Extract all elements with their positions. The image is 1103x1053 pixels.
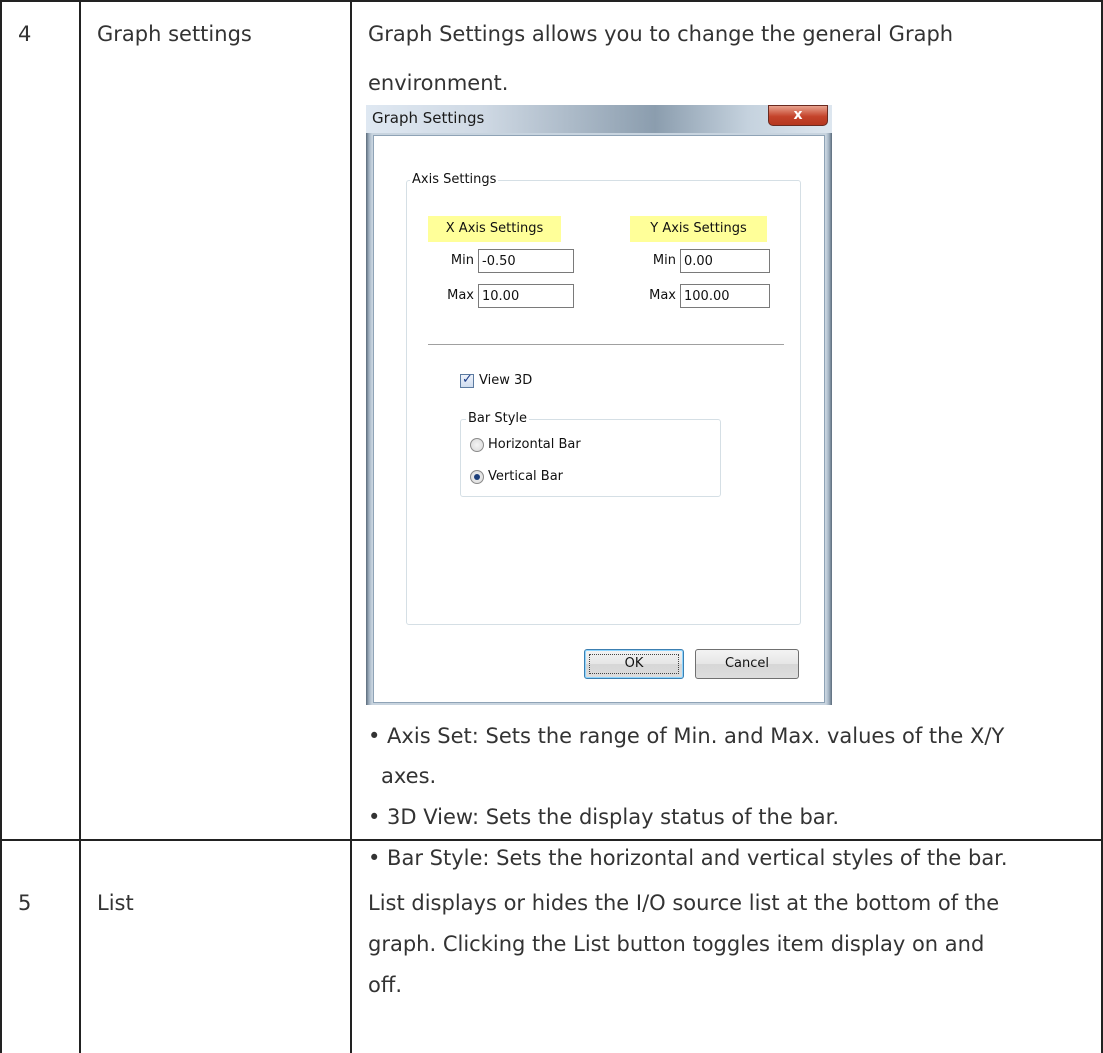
row-description-line: List displays or hides the I/O source li… xyxy=(368,891,1000,915)
view3d-label: View 3D xyxy=(479,373,533,388)
close-icon: x xyxy=(793,107,803,123)
row-description-line: Graph Settings allows you to change the … xyxy=(368,22,954,46)
row-name: List xyxy=(97,891,134,915)
y-max-input[interactable] xyxy=(680,284,770,308)
column-divider-number xyxy=(79,0,81,1053)
focus-rectangle xyxy=(589,654,679,674)
separator xyxy=(428,344,784,345)
axis-settings-group xyxy=(406,180,801,625)
row-number: 5 xyxy=(18,891,32,915)
horizontal-bar-radio[interactable] xyxy=(470,438,484,452)
dialog-client-area: Axis Settings X Axis Settings Min Max Y … xyxy=(373,135,825,703)
row-description-line: environment. xyxy=(368,71,509,95)
y-max-label: Max xyxy=(649,288,676,303)
bar-style-group xyxy=(460,419,721,497)
vertical-bar-label: Vertical Bar xyxy=(488,469,564,484)
x-max-input[interactable] xyxy=(478,284,574,308)
y-min-input[interactable] xyxy=(680,249,770,273)
bullet-bar-style: • Bar Style: Sets the horizontal and ver… xyxy=(368,846,1008,870)
table-top-border xyxy=(0,0,1103,2)
row-description-line: graph. Clicking the List button toggles … xyxy=(368,932,985,956)
row-name: Graph settings xyxy=(97,22,252,46)
bar-style-legend: Bar Style xyxy=(466,411,530,426)
x-min-input[interactable] xyxy=(478,249,574,273)
cancel-button[interactable]: Cancel xyxy=(695,649,799,679)
checkmark-icon: ✓ xyxy=(462,372,473,387)
row-description-line: off. xyxy=(368,973,402,997)
bullet-axis-set-continued: axes. xyxy=(381,764,437,788)
x-axis-heading: X Axis Settings xyxy=(428,216,561,242)
dialog-titlebar: Graph Settings xyxy=(366,105,832,133)
axis-settings-legend: Axis Settings xyxy=(410,172,499,187)
cancel-label: Cancel xyxy=(724,656,770,671)
dialog-title: Graph Settings xyxy=(372,109,485,127)
y-axis-heading: Y Axis Settings xyxy=(630,216,767,242)
horizontal-bar-label: Horizontal Bar xyxy=(488,437,581,452)
bullet-axis-set: • Axis Set: Sets the range of Min. and M… xyxy=(368,724,1005,748)
view3d-checkbox[interactable]: ✓ xyxy=(460,372,474,388)
vertical-bar-radio[interactable] xyxy=(470,470,484,484)
bullet-3d-view: • 3D View: Sets the display status of th… xyxy=(368,805,840,829)
row-number: 4 xyxy=(18,22,32,46)
x-min-label: Min xyxy=(450,253,474,268)
radio-selected-icon xyxy=(474,474,480,480)
close-button[interactable]: x xyxy=(768,105,828,126)
table-left-border xyxy=(0,0,2,1053)
y-min-label: Min xyxy=(652,253,676,268)
x-max-label: Max xyxy=(447,288,474,303)
graph-settings-dialog: Graph Settings x Axis Settings X Axis Se… xyxy=(366,105,832,705)
column-divider-name xyxy=(350,0,352,1053)
ok-button[interactable]: OK xyxy=(584,649,684,679)
